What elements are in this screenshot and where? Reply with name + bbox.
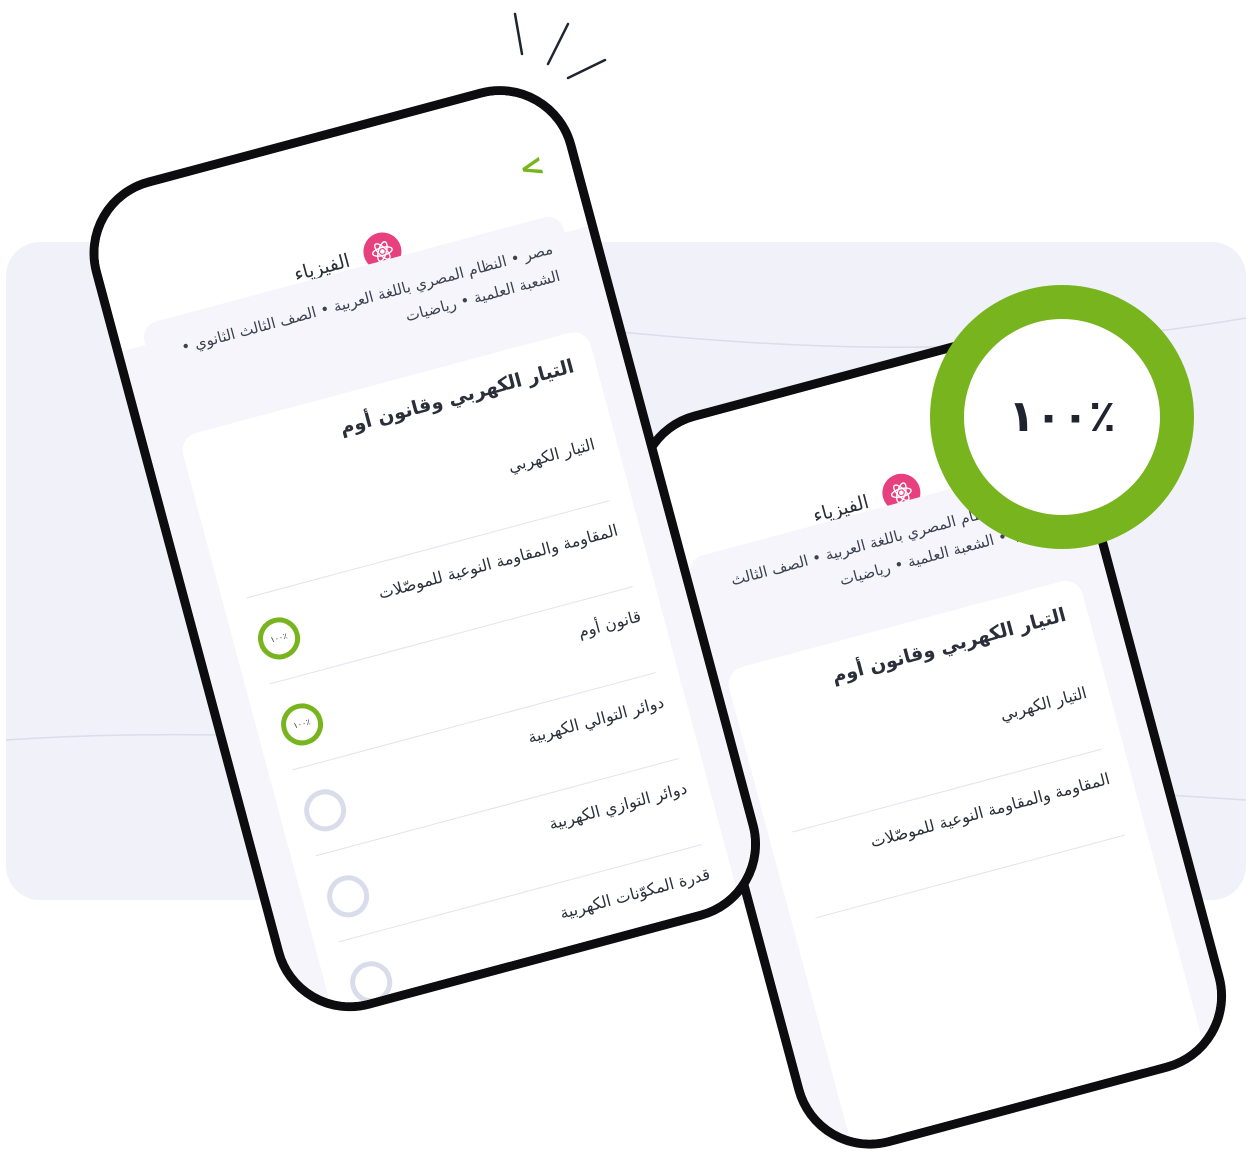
completion-percent: ١٠٠٪ <box>964 319 1160 515</box>
progress-ring <box>322 870 374 923</box>
sparkle-icon <box>513 12 607 80</box>
lesson-list: التيار الكهربي المقاومة والمقاومة النوعي… <box>769 663 1125 919</box>
progress-ring <box>299 784 351 837</box>
progress-ring: ١٠٠٪ <box>276 698 328 751</box>
progress-ring <box>345 956 397 1009</box>
lesson-list: التيار الكهربي المقاومة والمقاومة النوعي… <box>223 415 725 1029</box>
completion-badge: ١٠٠٪ <box>930 285 1194 549</box>
progress-ring: ١٠٠٪ <box>253 612 305 665</box>
back-chevron-icon[interactable]: > <box>514 147 551 187</box>
